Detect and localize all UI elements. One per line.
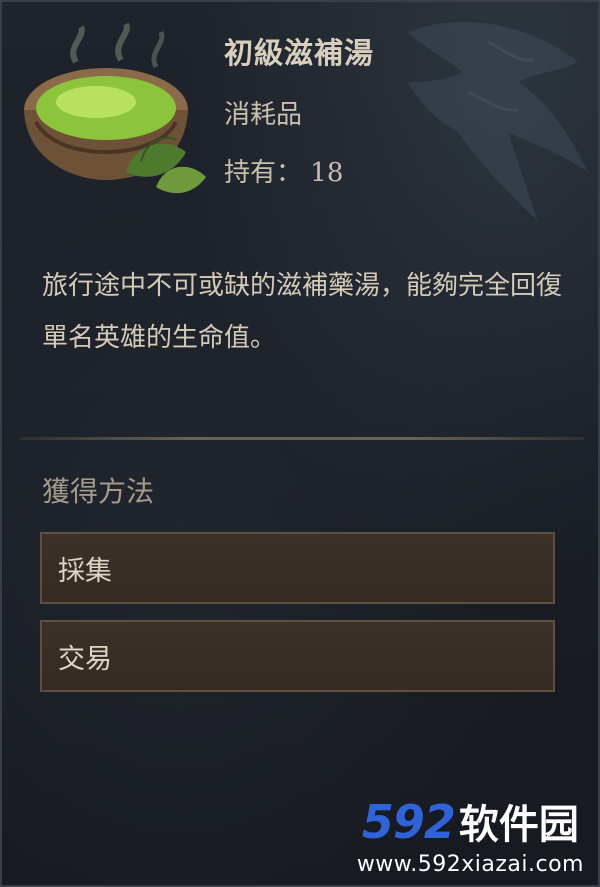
watermark-text: 软件园 [458,802,579,848]
watermark-number: 592 [361,795,456,849]
item-name: 初級滋補湯 [224,36,375,70]
dragon-emblem-icon [408,22,588,222]
divider [20,437,584,440]
item-tooltip-panel: 初級滋補湯 消耗品 持有： 18 旅行途中不可或缺的滋補藥湯，能夠完全回復單名英… [0,0,600,887]
item-description: 旅行途中不可或缺的滋補藥湯，能夠完全回復單名英雄的生命值。 [42,271,563,353]
held-count: 18 [310,158,344,188]
acquisition-title: 獲得方法 [42,475,155,508]
source-label: 採集 [58,555,112,587]
held-count-row: 持有： 18 [224,152,343,189]
site-watermark: 592 软件园 www.592xiazai.com [357,792,584,877]
held-label: 持有： [224,158,303,188]
green-soup-bowl-icon [24,22,206,194]
item-category: 消耗品 [224,100,303,130]
source-trading-button[interactable]: 交易 [40,620,555,692]
source-label: 交易 [58,643,112,675]
watermark-url: www.592xiazai.com [356,852,584,877]
source-gathering-button[interactable]: 採集 [40,532,555,604]
